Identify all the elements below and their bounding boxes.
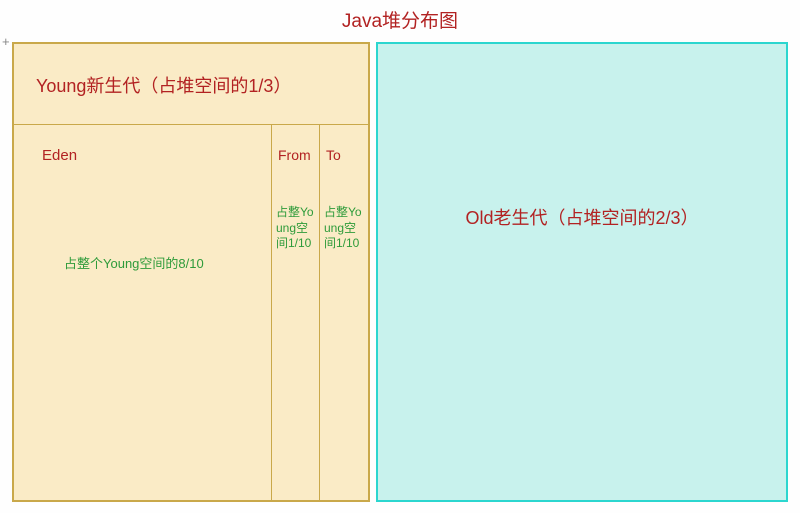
- from-label: From: [278, 147, 311, 163]
- old-label: Old老生代（占堆空间的2/3）: [465, 204, 698, 230]
- eden-desc: 占整个Young空间的8/10: [64, 253, 204, 272]
- eden-label: Eden: [42, 147, 77, 164]
- survivor-from-region: From 占整Young空间1/10: [272, 125, 320, 500]
- young-body: Eden 占整个Young空间的8/10 From 占整Young空间1/10 …: [14, 125, 368, 500]
- from-desc: 占整Young空间1/10: [276, 205, 320, 252]
- cursor-marker: +: [2, 34, 10, 49]
- to-desc: 占整Young空间1/10: [324, 205, 368, 252]
- survivor-to-region: To 占整Young空间1/10: [320, 125, 368, 500]
- heap-container: Young新生代（占堆空间的1/3） Eden 占整个Young空间的8/10 …: [12, 42, 788, 502]
- to-label: To: [326, 147, 341, 163]
- young-header: Young新生代（占堆空间的1/3）: [14, 44, 368, 125]
- diagram-title: Java堆分布图: [0, 0, 800, 43]
- young-generation-region: Young新生代（占堆空间的1/3） Eden 占整个Young空间的8/10 …: [12, 42, 370, 502]
- old-generation-region: Old老生代（占堆空间的2/3）: [376, 42, 788, 502]
- eden-region: Eden 占整个Young空间的8/10: [14, 125, 272, 500]
